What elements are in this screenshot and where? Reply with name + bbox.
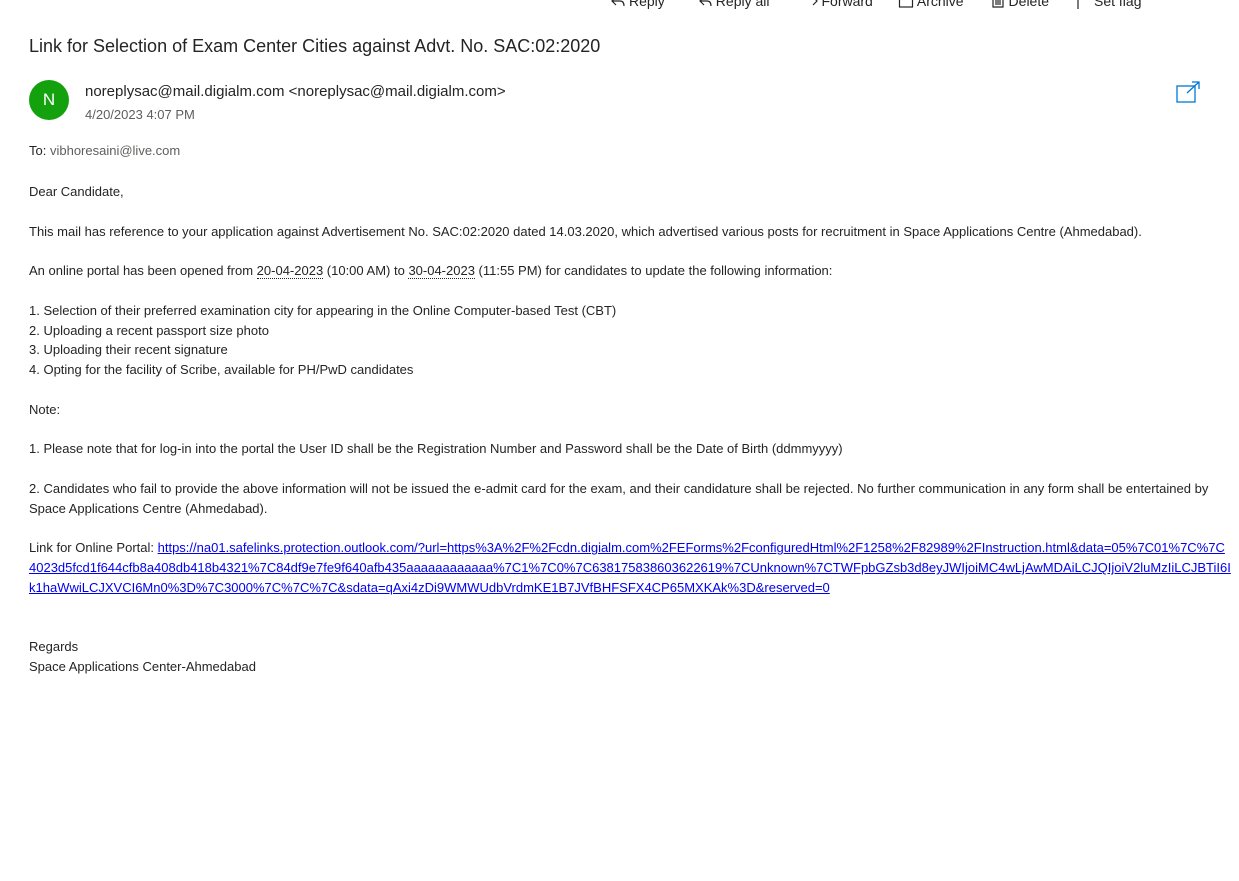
start-date[interactable]: 20-04-2023 [256, 263, 324, 280]
list-item: 1. Selection of their preferred examinat… [29, 302, 617, 318]
to-label: To: [29, 143, 47, 158]
portal-open-prefix: An online portal has been opened from [29, 263, 257, 279]
avatar-initial: N [42, 90, 56, 109]
email-body: Dear Candidate, This mail has reference … [29, 182, 1231, 677]
portal-open-suffix: (11:55 PM) for candidates to update the … [474, 263, 833, 279]
forward-button[interactable]: Forward [803, 0, 873, 9]
note-2: 2. Candidates who fail to provide the ab… [29, 480, 1209, 516]
reference-paragraph: This mail has reference to your applicat… [29, 223, 1142, 239]
list-item: 2. Uploading a recent passport size phot… [29, 322, 269, 338]
info-list: 1. Selection of their preferred examinat… [29, 301, 1231, 380]
forward-icon [803, 0, 819, 9]
reply-label: Reply [629, 0, 665, 9]
email-reading-pane: Reply Reply all Forward Archive Delete S… [0, 0, 1239, 881]
archive-button[interactable]: Archive [898, 0, 964, 9]
signature: Space Applications Center-Ahmedabad [29, 659, 256, 675]
delete-label: Delete [1008, 0, 1050, 9]
portal-link-paragraph: Link for Online Portal: https://na01.saf… [29, 538, 1231, 597]
message-toolbar: Reply Reply all Forward Archive Delete S… [610, 0, 1172, 11]
note-1: 1. Please note that for log-in into the … [29, 441, 843, 457]
end-date[interactable]: 30-04-2023 [408, 263, 475, 280]
list-item: 4. Opting for the facility of Scribe, av… [29, 362, 414, 378]
note-label: Note: [29, 401, 61, 417]
greeting: Dear Candidate, [29, 184, 124, 199]
set-flag-button[interactable]: Set flag [1075, 0, 1142, 9]
portal-open-paragraph: An online portal has been opened from 20… [29, 261, 1231, 281]
list-item: 3. Uploading their recent signature [29, 342, 228, 358]
reply-all-icon [697, 0, 713, 9]
archive-icon [898, 0, 914, 9]
delete-button[interactable]: Delete [990, 0, 1049, 9]
flag-icon [1075, 0, 1091, 9]
reply-button[interactable]: Reply [610, 0, 665, 9]
regards: Regards [29, 639, 79, 655]
sender-avatar[interactable]: N [29, 80, 69, 120]
sent-datetime: 4/20/2023 4:07 PM [85, 107, 195, 122]
sender-name[interactable]: noreplysac@mail.digialm.com <noreplysac@… [85, 83, 506, 100]
reply-icon [610, 0, 626, 9]
forward-label: Forward [821, 0, 873, 9]
reply-all-label: Reply all [715, 0, 770, 9]
portal-link-label: Link for Online Portal: [29, 540, 158, 556]
online-portal-link[interactable]: https://na01.safelinks.protection.outloo… [29, 540, 1231, 595]
archive-label: Archive [916, 0, 964, 9]
start-time: (10:00 AM) to [323, 263, 409, 279]
trash-icon [990, 0, 1006, 9]
open-in-new-window-button[interactable] [1176, 81, 1200, 103]
recipient-line: To: vibhoresaini@live.com [29, 143, 180, 158]
set-flag-label: Set flag [1094, 0, 1142, 9]
recipient-address[interactable]: vibhoresaini@live.com [50, 143, 180, 158]
popout-icon [1176, 81, 1200, 107]
email-subject: Link for Selection of Exam Center Cities… [29, 36, 601, 56]
reply-all-button[interactable]: Reply all [697, 0, 770, 9]
